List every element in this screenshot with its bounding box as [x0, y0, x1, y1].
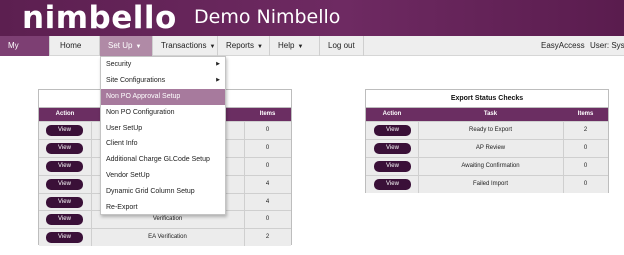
menu-item-non-po-configuration[interactable]: Non PO Configuration — [101, 105, 225, 121]
user-label: User: Syst — [590, 41, 624, 50]
app-logo: nimbello — [22, 0, 177, 36]
menu-item-user-setup[interactable]: User SetUp — [101, 121, 225, 137]
menu-item-security[interactable]: Security ▶ — [101, 57, 225, 73]
action-header: Action — [55, 111, 75, 117]
nav-transactions-label: Transactions — [161, 41, 207, 50]
easy-access-link[interactable]: EasyAccess — [541, 36, 585, 56]
view-button[interactable]: View — [374, 160, 411, 172]
items-cell: 0 — [265, 144, 270, 151]
menu-item-client-info[interactable]: Client Info — [101, 136, 225, 152]
action-header: Action — [382, 111, 402, 117]
nav-my-tasks[interactable]: My Tasks — [0, 36, 50, 70]
view-button[interactable]: View — [374, 178, 411, 190]
nav-logout[interactable]: Log out — [320, 36, 364, 56]
nav-reports-label: Reports — [226, 41, 255, 50]
menu-item-site-configurations[interactable]: Site Configurations ▶ — [101, 73, 225, 89]
task-cell: Ready to Export — [468, 127, 513, 133]
chevron-right-icon: ▶ — [216, 61, 220, 67]
menu-item-label: Security — [106, 61, 132, 68]
items-cell: 0 — [265, 162, 270, 169]
menu-item-additional-charge-glcode-setup[interactable]: Additional Charge GLCode Setup — [101, 152, 225, 168]
items-cell: 0 — [583, 180, 588, 187]
nav-logout-label: Log out — [328, 41, 355, 50]
chevron-down-icon: ▼ — [297, 44, 304, 50]
menu-item-label: Re-Export — [106, 204, 138, 212]
chevron-down-icon: ▼ — [257, 44, 263, 50]
menu-item-re-export[interactable]: Re-Export — [101, 200, 225, 216]
table-row: View Ready to Export 2 — [366, 121, 608, 139]
nav-help[interactable]: Help ▼ — [270, 36, 320, 56]
export-panel-title: Export Status Checks — [366, 90, 608, 108]
task-cell: Awaiting Confirmation — [461, 162, 520, 169]
nav-home[interactable]: Home — [50, 36, 100, 56]
view-button[interactable]: View — [46, 178, 83, 190]
items-cell: 4 — [265, 180, 270, 187]
menu-item-dynamic-grid-column-setup[interactable]: Dynamic Grid Column Setup — [101, 184, 225, 200]
header-banner: nimbello Demo Nimbello — [0, 0, 624, 36]
menu-item-label: Vendor SetUp — [106, 172, 150, 180]
menu-item-label: Non PO Approval Setup — [106, 92, 181, 100]
export-panel-header: Action Task Items — [366, 108, 608, 121]
app-title: Demo Nimbello — [194, 6, 341, 28]
task-cell: AP Review — [475, 144, 506, 151]
items-cell: 0 — [265, 127, 270, 133]
view-button[interactable]: View — [374, 125, 411, 136]
items-cell: 0 — [583, 162, 588, 169]
menu-item-vendor-setup[interactable]: Vendor SetUp — [101, 168, 225, 184]
view-button[interactable]: View — [46, 232, 83, 244]
task-cell: Failed Import — [472, 180, 508, 187]
items-cell: 0 — [265, 216, 270, 223]
chevron-down-icon: ▼ — [135, 44, 142, 50]
view-button[interactable]: View — [46, 125, 83, 136]
chevron-down-icon: ▼ — [209, 44, 216, 50]
nav-my-tasks-label: My Tasks — [8, 41, 29, 70]
items-header: Items — [259, 111, 276, 117]
items-cell: 0 — [583, 144, 588, 151]
table-row: View Failed Import 0 — [366, 174, 608, 193]
nav-setup[interactable]: Set Up ▼ — [100, 36, 153, 56]
task-cell: EA Verification — [148, 234, 187, 241]
nav-help-label: Help — [278, 41, 295, 50]
task-header: Task — [483, 111, 498, 117]
menu-item-label: Site Configurations — [106, 76, 166, 84]
setup-dropdown-menu: Security ▶ Site Configurations ▶ Non PO Ap… — [100, 56, 226, 215]
menu-item-non-po-approval-setup[interactable]: Non PO Approval Setup — [101, 88, 225, 105]
table-row: View Awaiting Confirmation 0 — [366, 156, 608, 175]
menu-item-label: Dynamic Grid Column Setup — [106, 188, 195, 196]
nav-transactions[interactable]: Transactions ▼ — [153, 36, 218, 56]
items-cell: 2 — [265, 234, 270, 241]
view-button[interactable]: View — [46, 214, 83, 226]
nav-home-label: Home — [60, 41, 82, 50]
table-row: View AP Review 0 — [366, 138, 608, 157]
main-navbar: My Tasks Home Set Up ▼ Transactions ▼ Repo… — [0, 36, 624, 70]
items-cell: 4 — [265, 198, 270, 205]
chevron-right-icon: ▶ — [216, 76, 220, 83]
menu-item-label: Additional Charge GLCode Setup — [106, 156, 210, 164]
view-button[interactable]: View — [374, 142, 411, 154]
menu-item-label: Client Info — [106, 140, 138, 148]
nav-setup-label: Set Up — [108, 41, 133, 50]
items-cell: 2 — [583, 127, 588, 133]
export-status-panel: Export Status Checks Action Task Items V… — [365, 89, 609, 193]
items-header: Items — [577, 111, 594, 117]
view-button[interactable]: View — [46, 160, 83, 172]
menu-item-label: User SetUp — [106, 124, 143, 132]
nav-reports[interactable]: Reports ▼ — [218, 36, 270, 56]
view-button[interactable]: View — [46, 142, 83, 154]
view-button[interactable]: View — [46, 196, 83, 208]
table-row: View EA Verification 2 — [39, 228, 291, 247]
menu-item-label: Non PO Configuration — [106, 108, 175, 116]
